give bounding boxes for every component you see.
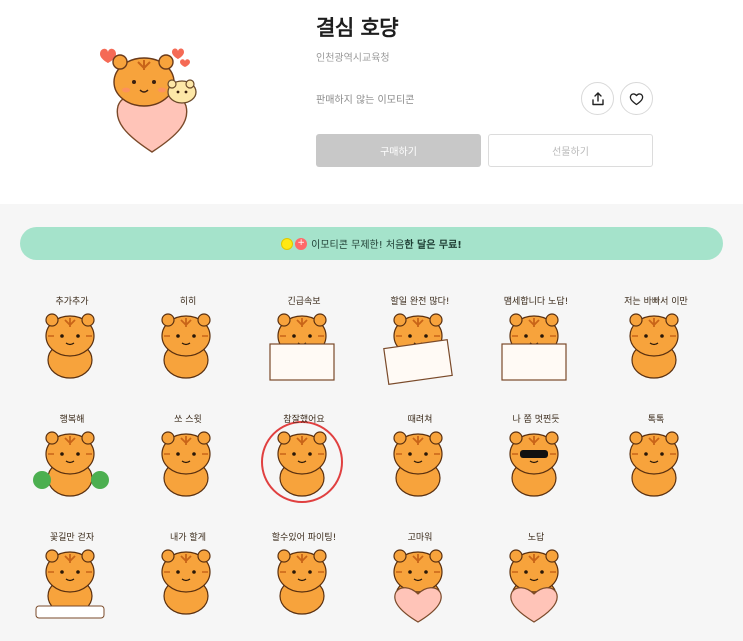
- sticker-caption: 할일 완전 많다!: [390, 296, 449, 307]
- sticker-image: 고마워: [393, 532, 443, 623]
- sticker-image: 맴세합니다 노답!: [501, 295, 568, 381]
- sticker-caption: 할수있어 파이팅!: [272, 531, 336, 543]
- sticker-caption: 행복해: [60, 413, 85, 425]
- sticker-image: 히히: [161, 296, 211, 379]
- kakao-emoticon-badge-icon: [281, 237, 294, 250]
- sticker-image: 행복해: [33, 413, 109, 497]
- sticker-item[interactable]: 내가 할게: [138, 526, 238, 626]
- sticker-item[interactable]: 할일 완전 많다!: [370, 290, 470, 390]
- like-button[interactable]: [620, 82, 653, 115]
- sticker-caption: 히히: [180, 296, 197, 307]
- sticker-image: 참잘했어요: [261, 413, 343, 503]
- sticker-item[interactable]: 나 쫌 멋찐듯: [486, 408, 586, 508]
- promo-text: 이모티콘 무제한! 처음: [311, 240, 405, 251]
- sticker-image: 톡톡: [629, 414, 679, 497]
- sticker-item[interactable]: 맴세합니다 노답!: [486, 290, 586, 390]
- sticker-image: 때려쳐: [393, 413, 443, 497]
- sticker-caption: 추가추가: [55, 296, 88, 307]
- sticker-caption: 노답: [528, 531, 545, 543]
- emoticon-title: 결심 호댱: [316, 16, 399, 40]
- heart-icon: [629, 92, 644, 105]
- sticker-caption: 저는 바빠서 이만: [624, 296, 688, 307]
- promo-banner[interactable]: + 이모티콘 무제한! 처음 한 달은 무료!: [20, 227, 723, 260]
- sticker-image: 저는 바빠서 이만: [624, 296, 688, 379]
- publisher-name[interactable]: 인천광역시교육청: [316, 49, 390, 64]
- sticker-content-area: + 이모티콘 무제한! 처음 한 달은 무료! 추가추가 히히 긴급속보 할일 …: [0, 204, 743, 641]
- sticker-item[interactable]: 저는 바빠서 이만: [606, 290, 706, 390]
- sticker-item[interactable]: 긴급속보: [254, 290, 354, 390]
- sticker-caption: 참잘했어요: [283, 413, 324, 425]
- sticker-image: 긴급속보: [269, 296, 335, 381]
- sticker-item[interactable]: 쏘 스윗: [138, 408, 238, 508]
- sticker-caption: 쏘 스윗: [174, 414, 202, 425]
- sticker-item[interactable]: 추가추가: [22, 290, 122, 390]
- sale-status-text: 판매하지 않는 이모티콘: [316, 95, 415, 106]
- sticker-image: 노답: [509, 531, 559, 623]
- sticker-caption: 때려쳐: [408, 413, 433, 425]
- sticker-item[interactable]: 히히: [138, 290, 238, 390]
- share-button[interactable]: [581, 82, 614, 115]
- sticker-image: 할수있어 파이팅!: [272, 531, 336, 615]
- buy-button[interactable]: 구매하기: [316, 134, 481, 167]
- sticker-item[interactable]: 꽃길만 걷자: [22, 526, 122, 626]
- sticker-item[interactable]: 노답: [486, 526, 586, 626]
- product-header: 결심 호댱 인천광역시교육청 판매하지 않는 이모티콘 구매하기 선물하기: [0, 0, 743, 204]
- sticker-caption: 고마워: [408, 532, 433, 543]
- sticker-caption: 나 쫌 멋찐듯: [512, 414, 559, 425]
- sticker-caption: 맴세합니다 노답!: [504, 295, 568, 307]
- sticker-item[interactable]: 행복해: [22, 408, 122, 508]
- sticker-caption: 긴급속보: [287, 296, 320, 307]
- sticker-image: 나 쫌 멋찐듯: [509, 414, 560, 497]
- sticker-image: 추가추가: [45, 296, 95, 379]
- sticker-image: 할일 완전 많다!: [383, 296, 453, 385]
- sticker-item[interactable]: 톡톡: [606, 408, 706, 508]
- hero-emoticon-image: [96, 40, 208, 158]
- sticker-image: 내가 할게: [161, 532, 211, 615]
- promo-text-bold: 한 달은 무료!: [404, 240, 462, 251]
- sticker-image: 꽃길만 걷자: [35, 531, 105, 619]
- sticker-caption: 톡톡: [648, 414, 665, 425]
- sticker-caption: 꽃길만 걷자: [50, 531, 95, 543]
- sticker-caption: 내가 할게: [170, 532, 206, 543]
- sticker-item[interactable]: 참잘했어요: [254, 408, 354, 508]
- gift-button[interactable]: 선물하기: [488, 134, 653, 167]
- sticker-item[interactable]: 때려쳐: [370, 408, 470, 508]
- share-icon: [591, 91, 604, 105]
- plus-badge-icon: +: [295, 237, 308, 250]
- sticker-image: 쏘 스윗: [161, 414, 211, 497]
- sticker-item[interactable]: 할수있어 파이팅!: [254, 526, 354, 626]
- sticker-item[interactable]: 고마워: [370, 526, 470, 626]
